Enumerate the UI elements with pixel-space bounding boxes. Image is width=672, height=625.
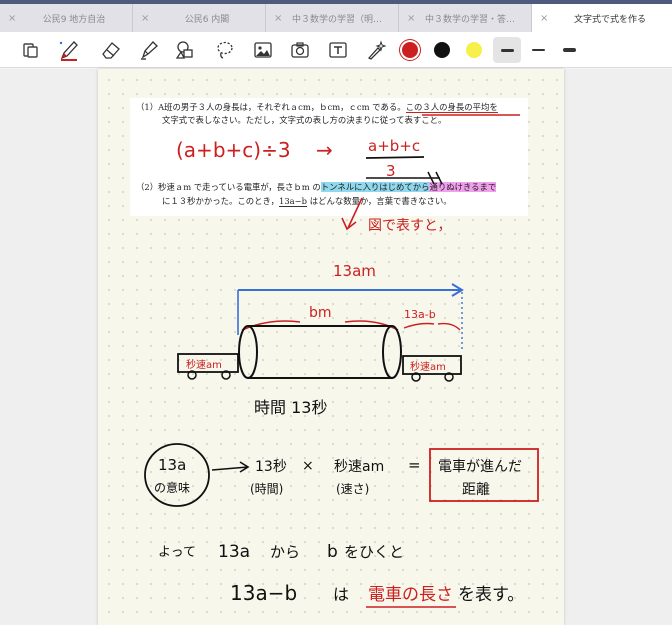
tab-civics-6[interactable]: × 公民6 内閣 [133, 4, 266, 32]
shapes-icon[interactable] [172, 38, 198, 62]
tab-label: 文字式で式を作る [573, 14, 646, 25]
tab-label: 中３数学の学習・答（明… [425, 14, 531, 25]
close-icon[interactable]: × [8, 13, 26, 24]
toolbar [0, 32, 672, 68]
problem-1-line-2: 文字式で表しなさい。ただし，文字式の表し方の決まりに従って表すこと。 [162, 115, 447, 125]
stroke-thick-button[interactable] [493, 37, 521, 63]
color-black-swatch[interactable] [434, 42, 450, 58]
text: はどんな数量か，言葉で書きなさい。 [307, 196, 452, 206]
problem-2-line-2: に１３秒かかった。このとき，13a−b はどんな数量か，言葉で書きなさい。 [162, 195, 452, 207]
text: に１３秒かかった。このとき， [162, 196, 279, 206]
underlined-text: この３人の身長の平均を [405, 102, 498, 113]
text: （1）A班の男子３人の身長は，それぞれａcm，ｂcm，ｃcm である。 [136, 102, 406, 112]
highlighter-icon[interactable] [136, 38, 162, 62]
color-yellow-swatch[interactable] [466, 42, 482, 58]
highlighted-text: トンネルに入りはじめてから [320, 182, 430, 192]
laser-icon[interactable] [363, 38, 389, 62]
tab-civics-9[interactable]: × 公民9 地方自治 [0, 4, 133, 32]
image-icon[interactable] [250, 38, 276, 62]
tab-math-study[interactable]: × 中３数学の学習（明治図… [266, 4, 399, 32]
tab-bar: × 公民9 地方自治 × 公民6 内閣 × 中３数学の学習（明治図… × 中３数… [0, 0, 672, 32]
problem-2-line-1: （2）秒速ａm で走っている電車が，長さｂm のトンネルに入りはじめてから通りぬ… [136, 181, 497, 193]
view-icon[interactable] [18, 38, 44, 62]
close-icon[interactable]: × [540, 13, 558, 24]
highlighted-text: 通りぬけきるまで [429, 182, 497, 192]
color-red-swatch[interactable] [402, 42, 418, 58]
camera-icon[interactable] [287, 38, 313, 62]
tab-label: 公民6 内閣 [184, 14, 230, 25]
text-icon[interactable] [325, 38, 351, 62]
close-icon[interactable]: × [141, 13, 159, 24]
close-icon[interactable]: × [407, 13, 425, 24]
close-icon[interactable]: × [274, 13, 292, 24]
tab-math-answers[interactable]: × 中３数学の学習・答（明… [399, 4, 532, 32]
eraser-icon[interactable] [98, 38, 124, 62]
tab-label: 公民9 地方自治 [42, 14, 106, 25]
problem-image[interactable]: （1）A班の男子３人の身長は，それぞれａcm，ｂcm，ｃcm である。この３人の… [130, 98, 528, 216]
tab-label: 中３数学の学習（明治図… [292, 14, 398, 25]
expression-text: 13a−b [279, 196, 308, 207]
problem-1-line-1: （1）A班の男子３人の身長は，それぞれａcm，ｂcm，ｃcm である。この３人の… [136, 101, 498, 113]
tab-expressions[interactable]: × 文字式で式を作る [532, 4, 672, 32]
pen-icon[interactable] [56, 38, 82, 62]
stroke-medium-button[interactable] [524, 37, 552, 63]
text: （2）秒速ａm で走っている電車が，長さｂm の [136, 182, 321, 192]
stroke-bold-button[interactable] [555, 37, 583, 63]
lasso-icon[interactable] [212, 38, 238, 62]
